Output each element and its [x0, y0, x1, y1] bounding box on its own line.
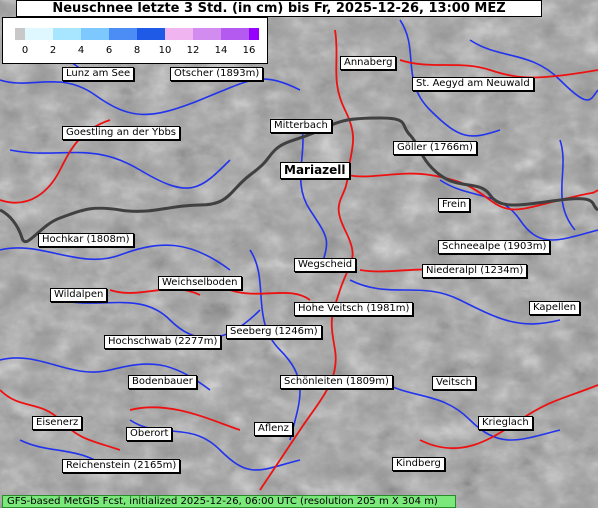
- legend-tick-label: 6: [105, 45, 113, 56]
- place-label: Veitsch: [432, 376, 476, 390]
- place-label: Mitterbach: [270, 119, 332, 133]
- legend-swatch: [15, 28, 25, 40]
- legend-tick-label: 0: [21, 45, 29, 56]
- place-label-main: Mariazell: [280, 162, 350, 179]
- place-label: Weichselboden: [158, 276, 242, 290]
- place-label: Wegscheid: [294, 258, 357, 272]
- snowfall-legend: 0 2 4 6 8 10 12 14 16: [2, 17, 268, 64]
- place-label: Annaberg: [340, 56, 397, 70]
- place-label: Bodenbauer: [128, 375, 197, 389]
- place-label: Lunz am See: [62, 67, 135, 81]
- place-label: Kindberg: [392, 457, 445, 471]
- place-label: Reichenstein (2165m): [62, 459, 181, 473]
- place-label: Hochschwab (2277m): [104, 335, 222, 349]
- legend-tick-label: 8: [133, 45, 141, 56]
- legend-tick-label: 12: [186, 45, 200, 56]
- place-label: Schneealpe (1903m): [438, 240, 551, 254]
- forecast-info-footer: GFS-based MetGIS Fcst, initialized 2025-…: [2, 495, 456, 508]
- place-label: Hohe Veitsch (1981m): [294, 302, 414, 316]
- legend-tick-label: 10: [158, 45, 172, 56]
- place-label: Kapellen: [529, 301, 581, 315]
- legend-swatch: [249, 28, 259, 40]
- legend-swatch: [81, 28, 109, 40]
- place-label: Frein: [438, 198, 471, 212]
- place-label: Seeberg (1246m): [226, 325, 322, 339]
- legend-swatch: [165, 28, 193, 40]
- place-label: Aflenz: [254, 422, 293, 436]
- place-label: Niederalpl (1234m): [422, 264, 528, 278]
- place-label: Krieglach: [478, 416, 533, 430]
- place-label: Hochkar (1808m): [38, 233, 134, 247]
- place-label: Eisenerz: [32, 416, 83, 430]
- place-label: Wildalpen: [50, 288, 108, 302]
- legend-tick-label: 4: [77, 45, 85, 56]
- place-label: Goestling an der Ybbs: [62, 126, 181, 140]
- legend-swatch: [221, 28, 249, 40]
- legend-swatch: [109, 28, 137, 40]
- legend-tick-label: 2: [49, 45, 57, 56]
- legend-tick-label: 16: [242, 45, 256, 56]
- map-title: Neuschnee letzte 3 Std. (in cm) bis Fr, …: [16, 0, 542, 17]
- place-label: Oberort: [126, 427, 173, 441]
- place-label: Göller (1766m): [393, 141, 477, 155]
- snowfall-map: Neuschnee letzte 3 Std. (in cm) bis Fr, …: [0, 0, 598, 508]
- place-label: Schönleiten (1809m): [280, 375, 393, 389]
- place-label: St. Aegyd am Neuwald: [412, 77, 534, 91]
- legend-swatch: [193, 28, 221, 40]
- legend-swatch: [25, 28, 53, 40]
- legend-swatch: [53, 28, 81, 40]
- legend-tick-label: 14: [214, 45, 228, 56]
- place-label: Ötscher (1893m): [170, 67, 264, 81]
- legend-swatch: [137, 28, 165, 40]
- legend-color-scale: [15, 28, 259, 40]
